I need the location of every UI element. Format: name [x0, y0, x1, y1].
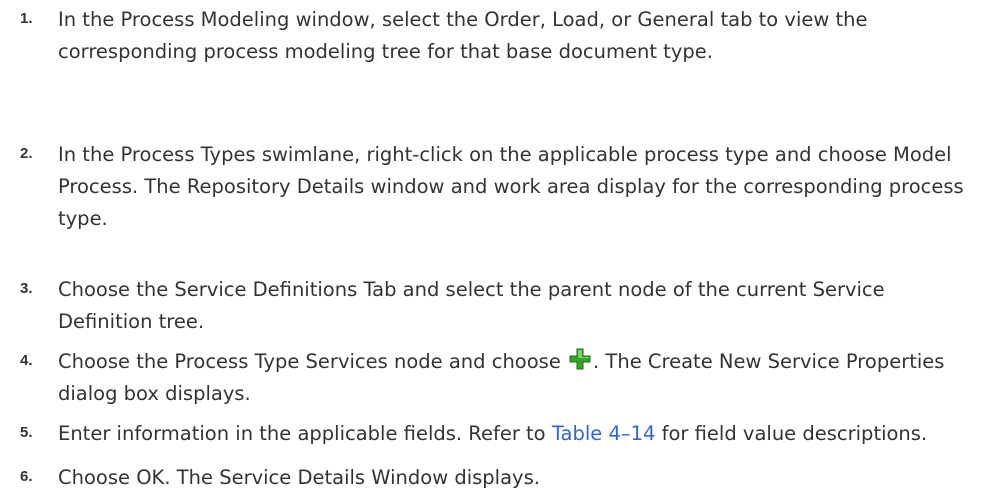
- step-number: 4.: [20, 352, 33, 369]
- step-number: 5.: [20, 424, 33, 441]
- step-text: Choose the Process Type Services node an…: [58, 346, 978, 410]
- green-plus-icon: [569, 348, 591, 370]
- step-text: Choose OK. The Service Details Window di…: [58, 466, 540, 489]
- step-number: 6.: [20, 468, 33, 485]
- step-text: Enter information in the applicable fiel…: [58, 418, 978, 450]
- step-number: 1.: [20, 10, 33, 27]
- step-number: 3.: [20, 280, 33, 297]
- step-text: Choose the Service Definitions Tab and s…: [58, 278, 885, 333]
- step-text-before: Choose the Process Type Services node an…: [58, 350, 561, 373]
- step-number: 2.: [20, 145, 33, 162]
- step-text-after: for field value descriptions.: [661, 422, 928, 445]
- step-text-before: Enter information in the applicable fiel…: [58, 422, 546, 445]
- table-reference-link[interactable]: Table 4–14: [552, 422, 656, 445]
- step-text: In the Process Types swimlane, right-cli…: [58, 143, 964, 230]
- step-text: In the Process Modeling window, select t…: [58, 8, 868, 63]
